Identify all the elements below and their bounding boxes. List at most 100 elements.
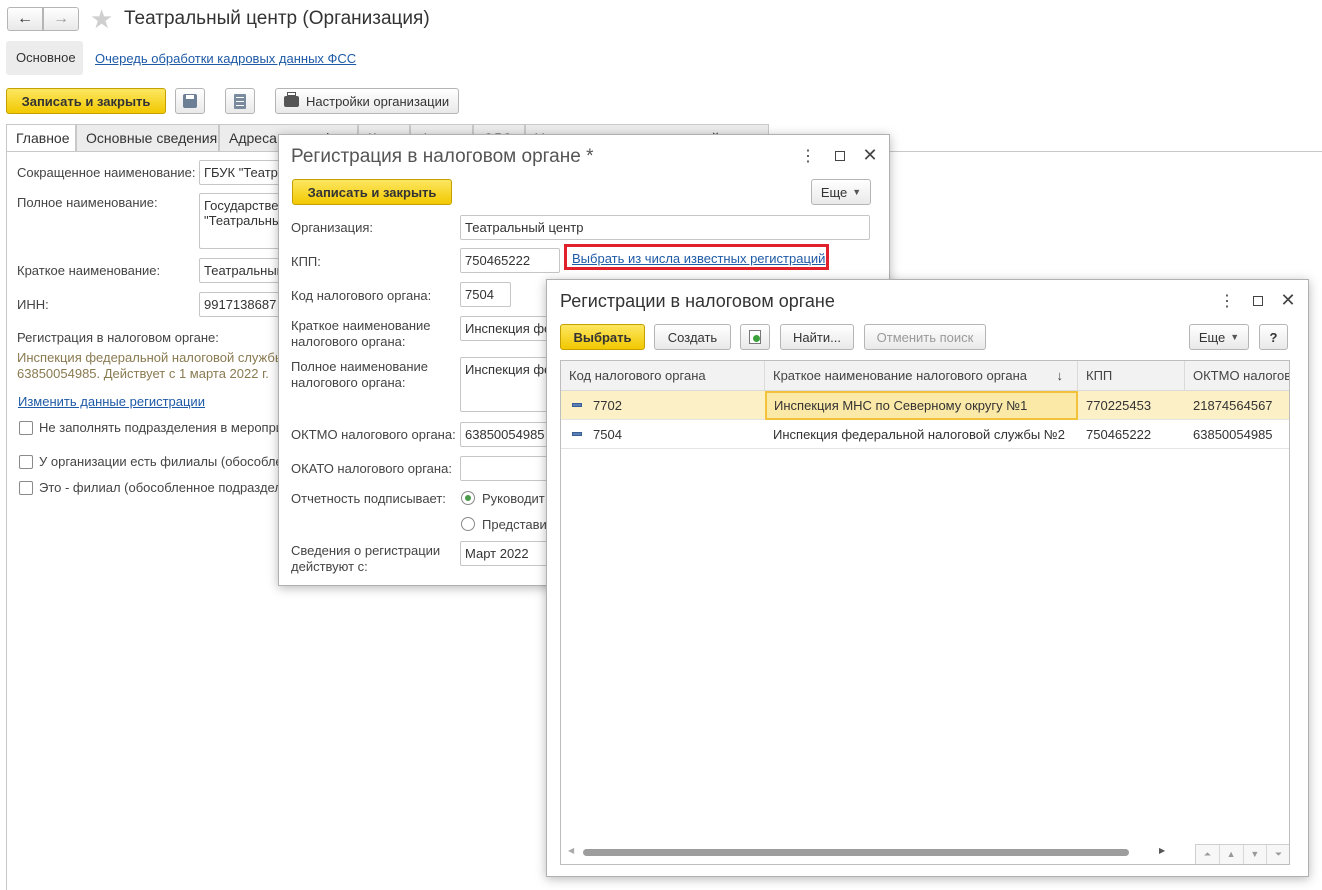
col-header-kpp[interactable]: КПП	[1078, 361, 1185, 391]
list-more-vertical-icon[interactable]: ⋮	[1219, 293, 1235, 310]
tax-full-name-textarea[interactable]: Инспекция фе	[460, 357, 550, 412]
sort-down-icon: ↓	[1056, 368, 1064, 383]
change-registration-link[interactable]: Изменить данные регистрации	[18, 394, 205, 409]
col-header-oktmo[interactable]: ОКТМО налогового органа	[1185, 361, 1289, 391]
table-row[interactable]: 7504 Инспекция федеральной налоговой слу…	[561, 420, 1289, 449]
subnav-main[interactable]: Основное	[6, 41, 83, 75]
valid-from-input[interactable]: Март 2022	[460, 541, 550, 566]
reg-more-label: Еще	[820, 184, 848, 200]
valid-from-label-2: действуют с:	[291, 559, 368, 574]
row-item-icon	[572, 403, 582, 407]
cancel-search-button[interactable]: Отменить поиск	[864, 324, 986, 350]
signer-head-radio[interactable]	[461, 491, 475, 505]
full-name-label-2: налогового органа:	[291, 375, 406, 390]
cell-oktmo: 63850054985	[1193, 427, 1273, 442]
inn-label: ИНН:	[17, 297, 49, 312]
inn-input[interactable]: 9917138687	[199, 292, 289, 317]
find-button[interactable]: Найти...	[780, 324, 854, 350]
col-header-short-name-label: Краткое наименование налогового органа	[773, 368, 1028, 383]
document-button[interactable]	[225, 88, 255, 114]
page-title: Театральный центр (Организация)	[124, 8, 430, 29]
select-known-registration-link[interactable]: Выбрать из числа известных регистраций	[572, 251, 825, 266]
scroll-right-icon[interactable]: ▶	[1159, 846, 1165, 855]
cell-oktmo: 21874564567	[1193, 398, 1273, 413]
close-icon[interactable]: ✕	[862, 145, 878, 165]
no-fill-divisions-label: Не заполнять подразделения в мероприятия…	[39, 420, 279, 435]
tab-main[interactable]: Главное	[6, 124, 76, 151]
signer-representative-radio[interactable]	[461, 517, 475, 531]
okato-input[interactable]	[460, 456, 550, 481]
tax-short-name-input[interactable]: Инспекция фе	[460, 316, 550, 341]
forward-button[interactable]: →	[43, 7, 79, 31]
row-item-icon	[572, 432, 582, 436]
oktmo-input[interactable]: 63850054985	[460, 422, 550, 447]
document-list-icon	[234, 93, 246, 109]
signer-head-label: Руководит	[482, 491, 545, 506]
maximize-icon[interactable]	[832, 148, 848, 164]
col-header-code[interactable]: Код налогового органа	[561, 361, 765, 391]
brief-name-label: Краткое наименование:	[17, 263, 161, 278]
cell-short-name: Инспекция федеральной налоговой службы №…	[773, 427, 1065, 442]
short-name-label-1: Краткое наименование	[291, 318, 431, 333]
help-button[interactable]: ?	[1259, 324, 1288, 350]
cell-kpp: 770225453	[1086, 398, 1152, 413]
printer-icon	[284, 91, 299, 107]
registrations-table: Код налогового органа Краткое наименован…	[560, 360, 1290, 865]
org-settings-label: Настройки организации	[306, 93, 450, 109]
create-button[interactable]: Создать	[654, 324, 731, 350]
short-name-input[interactable]: ГБУК "Театрал	[199, 160, 289, 185]
okato-label: ОКАТО налогового органа:	[291, 461, 452, 476]
select-button[interactable]: Выбрать	[560, 324, 645, 350]
kpp-input[interactable]: 750465222	[460, 248, 560, 273]
tax-code-label: Код налогового органа:	[291, 288, 432, 303]
arrow-left-icon: ←	[17, 10, 33, 27]
more-vertical-icon[interactable]: ⋮	[800, 148, 816, 165]
scroll-left-icon[interactable]: ◀	[568, 846, 574, 855]
full-name-line-2: "Театральны	[204, 213, 282, 228]
queue-link[interactable]: Очередь обработки кадровых данных ФСС	[95, 51, 356, 66]
save-close-button[interactable]: Записать и закрыть	[6, 88, 166, 114]
tax-reg-label: Регистрация в налоговом органе:	[17, 330, 219, 345]
full-name-label: Полное наименование:	[17, 195, 158, 210]
cell-kpp: 750465222	[1086, 427, 1152, 442]
add-document-icon	[749, 330, 761, 344]
signer-representative-label: Представи	[482, 517, 547, 532]
scroll-first-icon[interactable]: ⏶	[1196, 845, 1220, 864]
dropdown-arrow-icon: ▼	[852, 187, 862, 197]
full-name-textarea[interactable]: Государстве "Театральны	[199, 193, 289, 249]
scroll-nav-group: ⏶ ▲ ▼ ⏷	[1195, 844, 1289, 864]
has-branches-checkbox[interactable]	[19, 455, 33, 469]
scroll-up-icon[interactable]: ▲	[1220, 845, 1244, 864]
table-header: Код налогового органа Краткое наименован…	[561, 361, 1289, 391]
list-close-icon[interactable]: ✕	[1280, 290, 1296, 310]
list-more-button[interactable]: Еще ▼	[1189, 324, 1249, 350]
floppy-icon	[183, 94, 197, 108]
reg-save-close-button[interactable]: Записать и закрыть	[292, 179, 452, 205]
arrow-right-icon: →	[53, 10, 69, 27]
scroll-last-icon[interactable]: ⏷	[1267, 845, 1289, 864]
list-maximize-icon[interactable]	[1250, 293, 1266, 309]
reg-more-button[interactable]: Еще ▼	[811, 179, 871, 205]
table-row[interactable]: 7702 Инспекция МНС по Северному округу №…	[561, 391, 1289, 420]
signer-label: Отчетность подписывает:	[291, 491, 446, 506]
back-button[interactable]: ←	[7, 7, 43, 31]
scroll-down-icon[interactable]: ▼	[1244, 845, 1268, 864]
list-more-label: Еще	[1198, 329, 1226, 345]
save-button[interactable]	[175, 88, 205, 114]
has-branches-label: У организации есть филиалы (обособленные…	[39, 454, 279, 469]
org-input[interactable]: Театральный центр	[460, 215, 870, 240]
list-dropdown-arrow-icon: ▼	[1230, 332, 1240, 342]
no-fill-divisions-checkbox[interactable]	[19, 421, 33, 435]
cell-code: 7702	[593, 398, 622, 413]
tax-code-input[interactable]: 7504	[460, 282, 511, 307]
col-header-short-name[interactable]: Краткое наименование налогового органа ↓	[765, 361, 1078, 391]
cell-short-name: Инспекция МНС по Северному округу №1	[765, 391, 1078, 420]
horizontal-scrollbar[interactable]	[583, 849, 1129, 856]
registration-dialog-title: Регистрация в налоговом органе *	[291, 146, 594, 167]
brief-name-input[interactable]: Театральный	[199, 258, 289, 283]
is-branch-checkbox[interactable]	[19, 481, 33, 495]
star-icon[interactable]: ★	[90, 4, 113, 35]
tab-basic-info[interactable]: Основные сведения	[76, 124, 219, 151]
org-settings-button[interactable]: Настройки организации	[275, 88, 459, 114]
copy-button[interactable]	[740, 324, 770, 350]
